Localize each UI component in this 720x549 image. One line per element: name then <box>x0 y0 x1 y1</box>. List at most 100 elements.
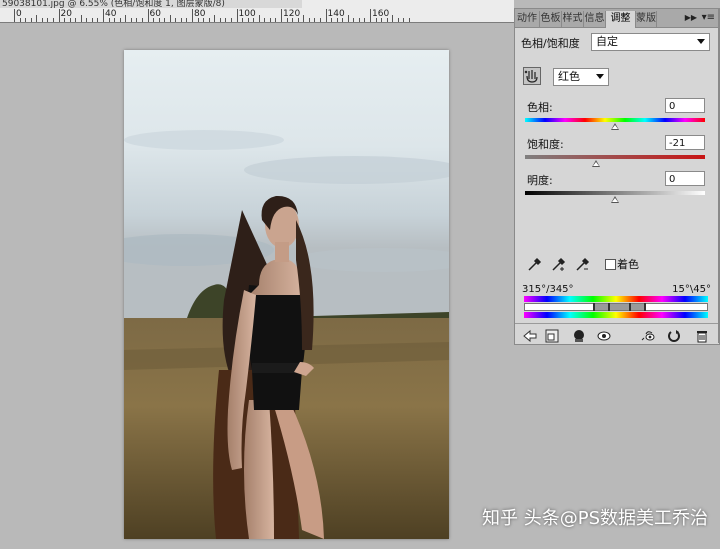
color-range-bar-bottom <box>524 312 708 318</box>
lightness-label: 明度: <box>527 174 553 187</box>
ruler-minor-tick <box>303 15 305 22</box>
ruler-minor-tick <box>41 18 43 22</box>
ruler-minor-tick <box>64 18 66 22</box>
ruler-minor-tick <box>214 15 216 22</box>
range-handle-inner-left[interactable] <box>608 303 610 311</box>
ruler-minor-tick <box>247 18 249 22</box>
ruler-minor-tick <box>219 18 221 22</box>
tab-swatches[interactable]: 色板 <box>540 11 562 27</box>
trash-icon[interactable] <box>695 328 709 343</box>
chevron-down-icon <box>697 39 705 44</box>
ruler-minor-tick <box>381 18 383 22</box>
lightness-gradient-track <box>525 191 705 195</box>
document-tab-title[interactable]: 59038101.jpg @ 6.55% (色相/饱和度 1, 图层蒙版/8) <box>0 0 302 8</box>
ruler-minor-tick <box>275 18 277 22</box>
saturation-gradient-track <box>525 155 705 159</box>
range-handle-left[interactable] <box>593 303 595 311</box>
lightness-slider-thumb[interactable] <box>611 196 619 203</box>
colorize-checkbox[interactable] <box>605 259 616 270</box>
ruler-minor-tick <box>25 18 27 22</box>
view-previous-icon[interactable] <box>641 328 655 342</box>
eyedropper-minus-icon[interactable] <box>575 256 591 272</box>
ruler-minor-tick <box>119 18 121 22</box>
ruler-minor-tick <box>91 18 93 22</box>
tab-masks[interactable]: 蒙版 <box>636 11 657 27</box>
ruler-major-tick <box>236 9 238 22</box>
color-range-selector[interactable] <box>524 303 708 311</box>
ruler-minor-tick <box>264 18 266 22</box>
range-handle-right[interactable] <box>644 303 646 311</box>
eyedropper-plus-icon[interactable] <box>551 256 567 272</box>
ruler-minor-tick <box>108 18 110 22</box>
ruler-minor-tick <box>397 18 399 22</box>
ruler-minor-tick <box>336 18 338 22</box>
ruler-minor-tick <box>342 18 344 22</box>
ruler-minor-tick <box>141 18 143 22</box>
ruler-major-tick <box>192 9 193 22</box>
ruler-major-tick <box>370 9 371 22</box>
ruler-minor-tick <box>297 18 299 22</box>
ruler-minor-tick <box>75 18 77 22</box>
tab-adjustments[interactable]: 调整 <box>606 11 636 28</box>
hue-gradient-track <box>525 118 705 122</box>
ruler-major-tick <box>14 9 15 22</box>
ruler-minor-tick <box>258 15 260 22</box>
panel-menu-icon[interactable]: ▾≡ <box>702 12 715 23</box>
ruler-minor-tick <box>197 18 199 22</box>
ruler-major-tick <box>58 9 60 22</box>
ruler-minor-tick <box>52 18 54 22</box>
clip-layer-icon[interactable] <box>572 328 586 342</box>
ruler-major-tick <box>147 9 149 22</box>
saturation-slider-thumb[interactable] <box>592 160 601 167</box>
channel-select[interactable]: 红色 <box>553 68 609 86</box>
ruler-minor-tick <box>136 18 138 22</box>
ruler-minor-tick <box>364 18 366 22</box>
eyedropper-icon[interactable] <box>527 256 543 272</box>
adjustments-panel: 动作 色板 样式 信息 调整 蒙版 ▶▶ ▾≡ 色相/饱和度 自定 红色 色相:… <box>514 8 720 345</box>
ruler-minor-tick <box>186 18 188 22</box>
ruler-minor-tick <box>314 18 316 22</box>
saturation-label: 饱和度: <box>527 138 564 151</box>
back-arrow-icon[interactable] <box>523 328 537 343</box>
ruler-minor-tick <box>125 15 127 22</box>
eye-icon[interactable] <box>597 328 611 342</box>
photo-canvas[interactable] <box>124 50 449 539</box>
tab-styles[interactable]: 样式 <box>562 11 584 27</box>
ruler-major-tick <box>325 9 327 22</box>
ruler-minor-tick <box>375 18 377 22</box>
ruler-minor-tick <box>86 18 88 22</box>
ruler-minor-tick <box>253 18 255 22</box>
ruler-minor-tick <box>242 18 244 22</box>
ruler-minor-tick <box>47 18 49 22</box>
panel-tab-bar: 动作 色板 样式 信息 调整 蒙版 ▶▶ ▾≡ <box>515 9 719 28</box>
ruler-minor-tick <box>30 18 32 22</box>
footer-divider <box>515 323 719 324</box>
hue-slider-thumb[interactable] <box>611 123 619 130</box>
ruler-minor-tick <box>180 18 182 22</box>
ruler-minor-tick <box>208 18 210 22</box>
preset-value: 自定 <box>596 35 618 48</box>
range-right-readout: 15°\45° <box>672 284 711 295</box>
preset-select[interactable]: 自定 <box>591 33 710 51</box>
hue-input[interactable]: 0 <box>665 98 705 113</box>
lightness-input[interactable]: 0 <box>665 171 705 186</box>
tab-info[interactable]: 信息 <box>584 11 606 27</box>
range-left-readout: 315°/345° <box>522 284 574 295</box>
saturation-input[interactable]: -21 <box>665 135 705 150</box>
ruler-minor-tick <box>358 18 360 22</box>
ruler-minor-tick <box>164 18 166 22</box>
reset-icon[interactable] <box>667 328 681 342</box>
ruler-minor-tick <box>403 18 405 22</box>
range-handle-inner-right[interactable] <box>629 303 631 311</box>
ruler-major-tick <box>281 9 282 22</box>
panel-expand-icon[interactable]: ▶▶ <box>685 13 697 22</box>
hue-label: 色相: <box>527 101 553 114</box>
ruler-minor-tick <box>292 18 294 22</box>
tab-actions[interactable]: 动作 <box>515 11 540 27</box>
ruler-minor-tick <box>153 18 155 22</box>
targeted-adjust-icon[interactable] <box>523 67 541 85</box>
ruler-minor-tick <box>269 18 271 22</box>
ruler-minor-tick <box>319 18 321 22</box>
expand-view-icon[interactable] <box>545 328 559 343</box>
horizontal-ruler: 59038101.jpg @ 6.55% (色相/饱和度 1, 图层蒙版/8) … <box>0 0 514 23</box>
